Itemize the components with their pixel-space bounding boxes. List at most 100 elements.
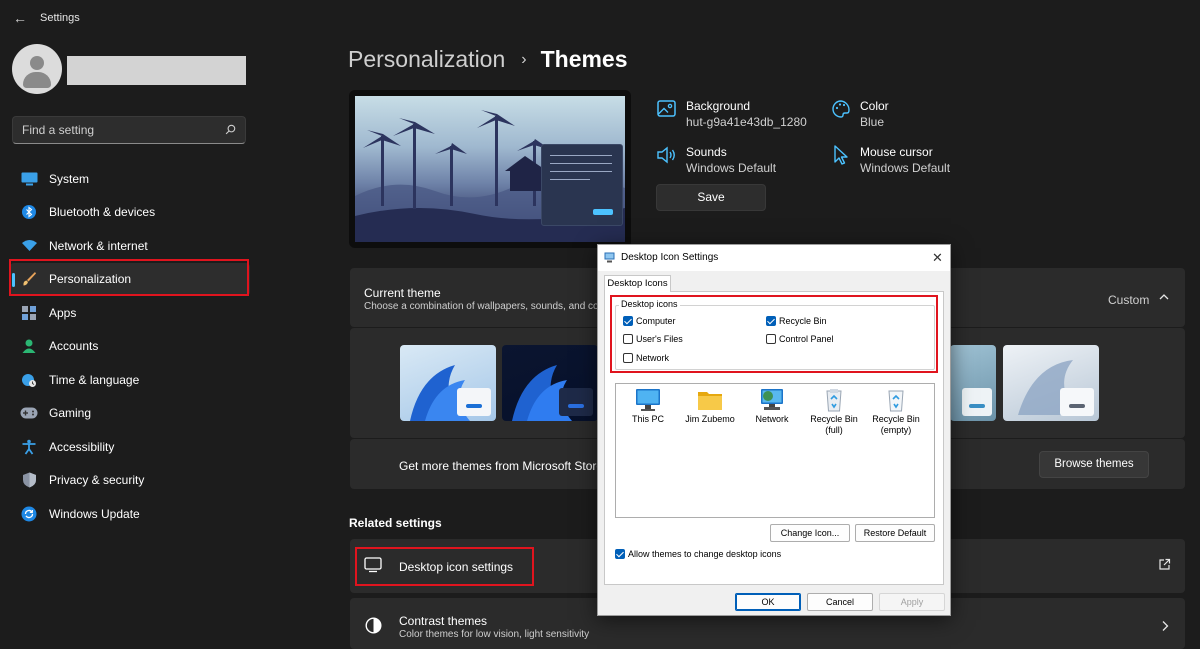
desktop-icons-list[interactable]: This PC Jim Zubemo Network Recycle Bin (… [615, 383, 935, 518]
user-folder-icon [697, 388, 723, 412]
browse-themes-button[interactable]: Browse themes [1039, 451, 1149, 478]
related-settings-heading: Related settings [349, 516, 442, 530]
window-preview [541, 144, 623, 226]
theme-background[interactable]: Background hut-g9a41e43db_1280 [656, 98, 807, 130]
current-theme-title: Current theme [364, 286, 441, 300]
search-input[interactable] [13, 117, 213, 143]
chevron-up-icon[interactable] [1158, 291, 1170, 303]
recycle-bin-full-icon [821, 388, 847, 412]
checkbox-allow-themes[interactable]: Allow themes to change desktop icons [615, 549, 781, 559]
image-icon [657, 100, 676, 117]
sidebar-item-label: Network & internet [49, 238, 148, 253]
background-label: Background [686, 99, 751, 113]
chevron-right-icon[interactable] [1160, 620, 1170, 632]
color-label: Color [860, 99, 889, 113]
wifi-icon [20, 237, 38, 255]
user-name-redacted [67, 56, 246, 85]
icon-item-label: Network [755, 414, 789, 424]
shield-icon [20, 471, 38, 489]
icon-item-user-folder[interactable]: Jim Zubemo [680, 388, 740, 425]
palette-icon [832, 100, 850, 118]
close-icon[interactable]: ✕ [932, 250, 943, 266]
sidebar-item-label: Apps [49, 305, 77, 320]
icon-item-recycle-bin-full[interactable]: Recycle Bin (full) [804, 388, 864, 436]
icon-item-network[interactable]: Network [742, 388, 802, 425]
personalization-highlight [9, 259, 249, 296]
sidebar-item-apps[interactable]: Apps [10, 296, 250, 330]
theme-thumbnail-windows-light[interactable] [400, 345, 496, 421]
back-arrow-icon[interactable]: ← [10, 8, 30, 28]
sidebar-item-privacy[interactable]: Privacy & security [10, 464, 250, 498]
apply-button[interactable]: Apply [879, 593, 945, 611]
sidebar-item-label: Bluetooth & devices [49, 205, 156, 220]
icon-item-label: Recycle Bin (empty) [872, 414, 920, 435]
recycle-bin-empty-icon [883, 388, 909, 412]
icon-item-this-pc[interactable]: This PC [618, 388, 678, 425]
accessibility-icon [20, 438, 38, 456]
mouse-cursor-label: Mouse cursor [860, 145, 933, 159]
sidebar-item-label: Gaming [49, 406, 92, 421]
search-icon[interactable] [225, 124, 236, 135]
theme-sounds[interactable]: Sounds Windows Default [656, 144, 776, 176]
sidebar-nav: System Bluetooth & devices Network & int… [10, 162, 250, 531]
contrast-themes-description: Color themes for low vision, light sensi… [399, 629, 590, 640]
theme-thumbnail-windows-dark[interactable] [502, 345, 598, 421]
contrast-icon [365, 617, 382, 634]
breadcrumb: Personalization › Themes [348, 46, 628, 73]
background-value: hut-g9a41e43db_1280 [686, 115, 807, 129]
sidebar-item-accounts[interactable]: Accounts [10, 330, 250, 364]
icon-item-label: Recycle Bin (full) [810, 414, 858, 435]
sounds-label: Sounds [686, 145, 727, 159]
sidebar-item-time-language[interactable]: Time & language [10, 363, 250, 397]
contrast-themes-label[interactable]: Contrast themes [399, 614, 487, 628]
avatar[interactable] [12, 44, 62, 94]
sidebar-item-label: Accounts [49, 339, 99, 354]
desktop-icon-settings-highlight [355, 547, 534, 586]
icon-item-recycle-bin-empty[interactable]: Recycle Bin (empty) [866, 388, 926, 436]
cursor-icon [834, 145, 848, 165]
desktop-settings-icon [604, 252, 615, 263]
dialog-title-bar[interactable]: Desktop Icon Settings ✕ [598, 245, 950, 271]
this-pc-icon [635, 388, 661, 412]
sidebar-item-network[interactable]: Network & internet [10, 229, 250, 263]
globe-clock-icon [20, 371, 38, 389]
breadcrumb-parent[interactable]: Personalization [348, 46, 505, 73]
sidebar-item-system[interactable]: System [10, 162, 250, 196]
cancel-button[interactable]: Cancel [807, 593, 873, 611]
search-box[interactable] [12, 116, 246, 144]
checkbox-checked[interactable] [615, 549, 625, 559]
dialog-title: Desktop Icon Settings [621, 252, 719, 263]
network-icon [759, 388, 785, 412]
page-title: Themes [540, 46, 628, 72]
desktop-icons-highlight [610, 295, 938, 373]
open-external-icon[interactable] [1158, 558, 1171, 571]
bluetooth-icon [20, 203, 38, 221]
sidebar-item-label: Privacy & security [49, 473, 145, 488]
sidebar-item-label: Windows Update [49, 506, 140, 521]
sidebar-item-label: Time & language [49, 372, 140, 387]
sidebar-item-accessibility[interactable]: Accessibility [10, 430, 250, 464]
icon-item-label: Jim Zubemo [685, 414, 735, 424]
breadcrumb-separator: › [521, 50, 527, 68]
update-icon [20, 505, 38, 523]
title-bar: ← Settings [0, 0, 1200, 36]
theme-thumbnail-flow[interactable] [1003, 345, 1099, 421]
sidebar-item-label: Accessibility [49, 439, 115, 454]
change-icon-button[interactable]: Change Icon... [770, 524, 850, 542]
restore-default-button[interactable]: Restore Default [855, 524, 935, 542]
sidebar-item-windows-update[interactable]: Windows Update [10, 497, 250, 531]
sidebar-item-bluetooth[interactable]: Bluetooth & devices [10, 196, 250, 230]
wallpaper-preview [355, 96, 625, 242]
theme-mouse-cursor[interactable]: Mouse cursor Windows Default [830, 144, 950, 176]
store-link-text: Get more themes from Microsoft Store [399, 459, 604, 473]
sidebar-item-gaming[interactable]: Gaming [10, 397, 250, 431]
theme-thumbnail-glow[interactable] [950, 345, 996, 421]
icon-item-label: This PC [631, 414, 664, 424]
theme-color[interactable]: Color Blue [830, 98, 889, 130]
color-value: Blue [860, 115, 885, 129]
tab-desktop-icons[interactable]: Desktop Icons [604, 275, 671, 292]
theme-preview [349, 90, 631, 248]
save-theme-button[interactable]: Save [656, 184, 766, 211]
ok-button[interactable]: OK [735, 593, 801, 611]
sidebar-item-label: System [49, 171, 90, 186]
